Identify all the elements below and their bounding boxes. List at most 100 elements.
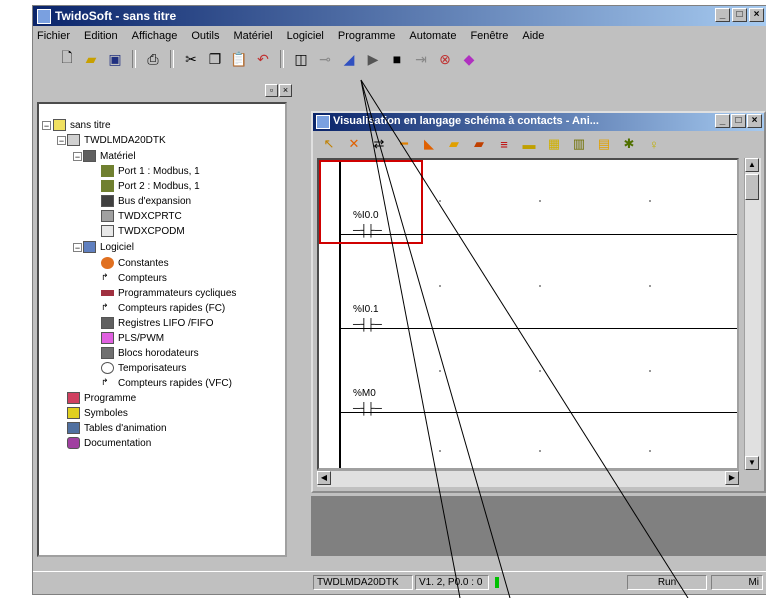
menu-logiciel[interactable]: Logiciel xyxy=(287,30,324,42)
init-icon[interactable]: ⇥ xyxy=(411,49,431,69)
scroll-right-arrow[interactable]: ▶ xyxy=(725,471,739,485)
stop-icon[interactable]: ■ xyxy=(387,49,407,69)
vertical-scrollbar[interactable]: ▲ ▼ xyxy=(744,158,761,470)
paste-icon[interactable]: 📋 xyxy=(229,49,249,69)
ladder-window-title-bar[interactable]: Visualisation en langage schéma à contac… xyxy=(313,113,764,131)
menu-affichage[interactable]: Affichage xyxy=(132,30,178,42)
tree-item[interactable]: ↱ Compteurs rapides (VFC) xyxy=(101,376,232,390)
tree-documentation[interactable]: Documentation xyxy=(67,436,151,450)
tree-program[interactable]: Programme xyxy=(67,391,136,405)
contact-tool-icon[interactable]: ◣ xyxy=(419,135,439,153)
expand-hardware[interactable]: − xyxy=(73,152,82,162)
contact-symbol[interactable]: ─┤├─ xyxy=(353,224,382,238)
horizontal-scrollbar[interactable]: ◀ ▶ xyxy=(317,470,739,487)
tree-item[interactable]: ↱ Compteurs xyxy=(101,271,167,285)
transfer-icon[interactable]: ◢ xyxy=(339,49,359,69)
cut-icon[interactable]: ✂ xyxy=(181,49,201,69)
status-controller: TWDLMDA20DTK xyxy=(313,575,413,590)
main-toolbar: 🗋 ▰ ▣ ⎙ ✂ ❐ 📋 ↶ ◫ ⊸ ◢ ▶ ■ ⇥ ⊗ ◆ xyxy=(33,46,766,72)
debug-icon[interactable]: ⊗ xyxy=(435,49,455,69)
ladder-maximize-button[interactable]: □ xyxy=(731,114,746,128)
tree-hardware[interactable]: Matériel xyxy=(83,149,136,163)
contact-label: %M0 xyxy=(353,388,376,399)
open-icon[interactable]: ▰ xyxy=(81,49,101,69)
status-extra: Mi xyxy=(711,575,763,590)
grid-dot xyxy=(649,285,651,287)
pane-controls: ▫ × xyxy=(265,84,292,97)
menu-automate[interactable]: Automate xyxy=(409,30,456,42)
grid-dot xyxy=(439,285,441,287)
ladder-minimize-button[interactable]: _ xyxy=(715,114,730,128)
operate-tool-icon[interactable]: ▬ xyxy=(519,135,539,153)
save-icon[interactable]: ▣ xyxy=(105,49,125,69)
tree-item[interactable]: Constantes xyxy=(101,256,169,270)
menu-materiel[interactable]: Matériel xyxy=(233,30,272,42)
tree-item[interactable]: Port 1 : Modbus, 1 xyxy=(101,164,200,178)
window-icon[interactable]: ◫ xyxy=(291,49,311,69)
wire-tool-icon[interactable]: ━ xyxy=(394,135,414,153)
arrow-tool-icon[interactable]: ↖ xyxy=(319,135,339,153)
pane-close-button[interactable]: × xyxy=(279,84,292,97)
ladder-diagram[interactable]: %I0.0 ─┤├─ %I0.1 ─┤├─ %M0 ─┤├─ xyxy=(317,158,739,470)
tree-controller[interactable]: TWDLMDA20DTK xyxy=(67,133,166,147)
scroll-down-arrow[interactable]: ▼ xyxy=(745,456,759,470)
ladder-window-icon xyxy=(316,115,330,129)
hint-icon[interactable]: ♀ xyxy=(644,135,664,153)
title-bar[interactable]: TwidoSoft - sans titre _ □ × xyxy=(33,6,766,26)
minimize-button[interactable]: _ xyxy=(715,8,730,22)
scroll-up-arrow[interactable]: ▲ xyxy=(745,158,759,172)
tree-item[interactable]: Bus d'expansion xyxy=(101,194,191,208)
tree-item[interactable]: Registres LIFO /FIFO xyxy=(101,316,214,330)
menu-outils[interactable]: Outils xyxy=(191,30,219,42)
expand-controller[interactable]: − xyxy=(57,136,66,146)
tree-software[interactable]: Logiciel xyxy=(83,240,134,254)
compare-tool-icon[interactable]: ≡ xyxy=(494,135,514,153)
hardware-icon xyxy=(83,150,96,162)
new-icon[interactable]: 🗋 xyxy=(57,49,77,69)
status-version: V1. 2, P0.0 : 0 xyxy=(415,575,489,590)
animation-icon[interactable]: ◆ xyxy=(459,49,479,69)
menu-fichier[interactable]: Fichier xyxy=(37,30,70,42)
tree-animation-tables[interactable]: Tables d'animation xyxy=(67,421,167,435)
tree-root[interactable]: sans titre xyxy=(53,118,111,132)
scroll-left-arrow[interactable]: ◀ xyxy=(317,471,331,485)
tree-symbols[interactable]: Symboles xyxy=(67,406,128,420)
maximize-button[interactable]: □ xyxy=(732,8,747,22)
expand-root[interactable]: − xyxy=(42,121,51,131)
menu-fenetre[interactable]: Fenêtre xyxy=(470,30,508,42)
menu-edition[interactable]: Edition xyxy=(84,30,118,42)
tree-item[interactable]: Programmateurs cycliques xyxy=(101,286,236,300)
delete-tool-icon[interactable]: ✕ xyxy=(344,135,364,153)
tree-item[interactable]: PLS/PWM xyxy=(101,331,164,345)
expand-software[interactable]: − xyxy=(73,243,82,253)
pane-restore-button[interactable]: ▫ xyxy=(265,84,278,97)
step-tool-icon[interactable]: ✱ xyxy=(619,135,639,153)
tree-item[interactable]: TWDXCPODM xyxy=(101,224,185,238)
contact-symbol[interactable]: ─┤├─ xyxy=(353,402,382,416)
tree-item[interactable]: ↱ Compteurs rapides (FC) xyxy=(101,301,225,315)
coil-tool-icon[interactable]: ▰ xyxy=(444,135,464,153)
menu-programme[interactable]: Programme xyxy=(338,30,395,42)
timer-tool-icon[interactable]: ▥ xyxy=(569,135,589,153)
print-icon[interactable]: ⎙ xyxy=(143,49,163,69)
tree-item[interactable]: Temporisateurs xyxy=(101,361,186,375)
counter-tool-icon[interactable]: ▤ xyxy=(594,135,614,153)
undo-icon[interactable]: ↶ xyxy=(253,49,273,69)
connect-icon[interactable]: ⊸ xyxy=(315,49,335,69)
rung-line xyxy=(339,328,737,329)
copy-icon[interactable]: ❐ xyxy=(205,49,225,69)
tree-item[interactable]: TWDXCPRTC xyxy=(101,209,182,223)
grid-tool-icon[interactable]: ▦ xyxy=(544,135,564,153)
run-icon[interactable]: ▶ xyxy=(363,49,383,69)
grid-dot xyxy=(439,200,441,202)
ladder-close-button[interactable]: × xyxy=(747,114,762,128)
close-button[interactable]: × xyxy=(749,8,764,22)
contact-symbol[interactable]: ─┤├─ xyxy=(353,318,382,332)
tree-item[interactable]: Port 2 : Modbus, 1 xyxy=(101,179,200,193)
block-tool-icon[interactable]: ▰ xyxy=(469,135,489,153)
module-icon xyxy=(101,225,114,237)
branch-tool-icon[interactable]: ⇄ xyxy=(369,135,389,153)
scroll-thumb[interactable] xyxy=(745,174,759,200)
menu-aide[interactable]: Aide xyxy=(522,30,544,42)
tree-item[interactable]: Blocs horodateurs xyxy=(101,346,199,360)
